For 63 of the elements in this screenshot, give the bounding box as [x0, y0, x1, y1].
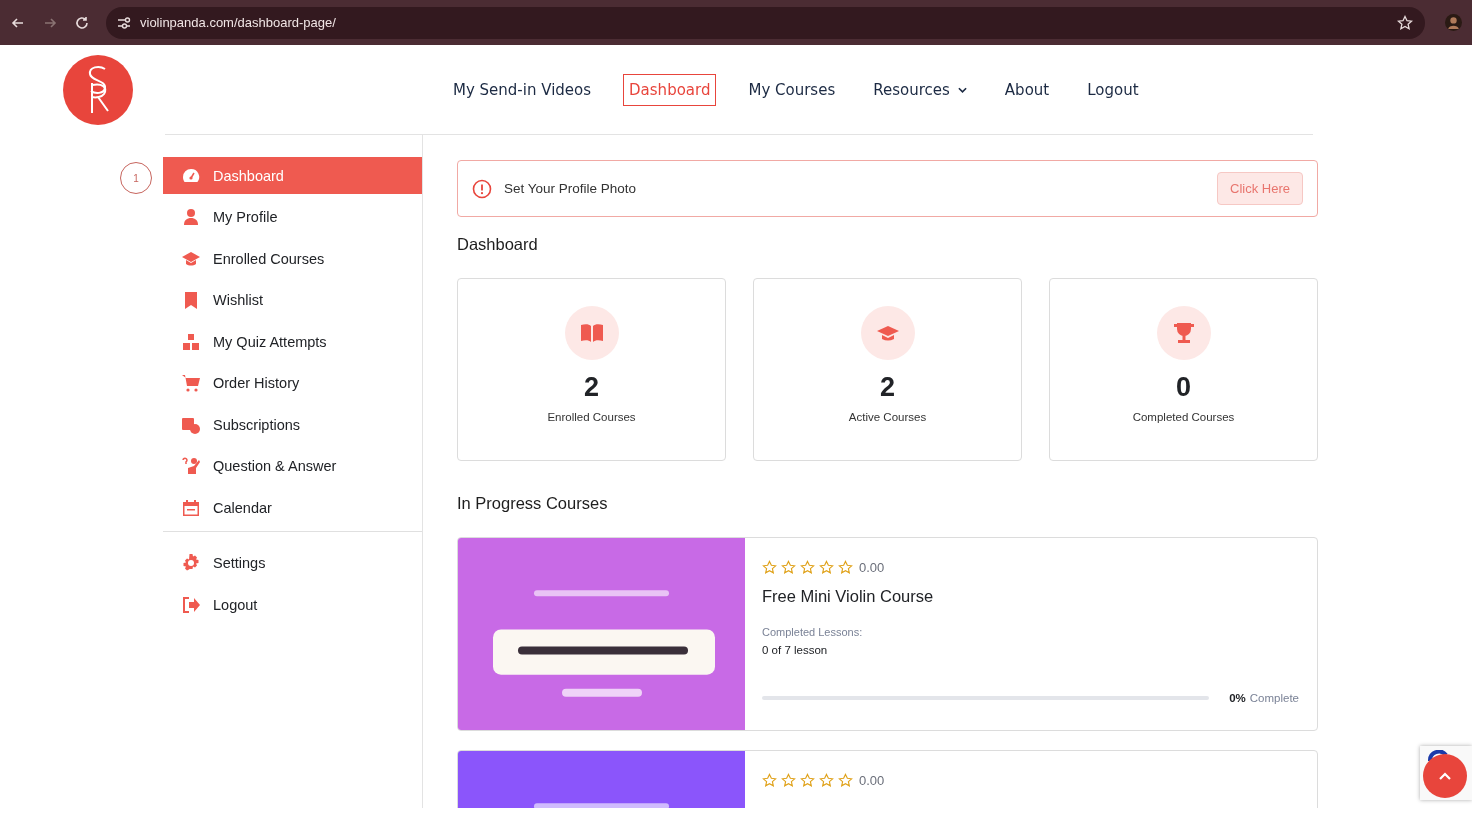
star-icon	[781, 773, 796, 788]
star-icon	[838, 773, 853, 788]
sidebar-item[interactable]: Enrolled Courses	[163, 240, 422, 277]
user-icon	[181, 207, 201, 227]
star-icon	[781, 560, 796, 575]
sidebar-item[interactable]: My Profile	[163, 198, 422, 236]
book-icon	[564, 306, 619, 360]
nav-link[interactable]: My Courses	[742, 73, 842, 106]
caret-up-icon	[1438, 771, 1452, 781]
nav-link[interactable]: About	[998, 73, 1056, 106]
stat-label: Active Courses	[848, 411, 927, 423]
course-card[interactable]: 0.00 Free Mini Violin Course Completed Lessons: 0 of 7 lesson 0% Complete	[457, 537, 1318, 731]
sidebar-item[interactable]: Calendar	[163, 489, 422, 526]
logout-icon	[181, 594, 201, 615]
cart-icon	[181, 373, 201, 393]
stat-value: 0	[1176, 372, 1191, 403]
sidebar-item[interactable]: Subscriptions	[163, 406, 422, 443]
address-bar[interactable]: violinpanda.com/dashboard-page/	[106, 6, 1425, 39]
stat-label: Enrolled Courses	[547, 411, 636, 423]
profile-avatar[interactable]	[1445, 14, 1462, 31]
sidebar-item[interactable]: Wishlist	[163, 281, 422, 319]
progress-label: Complete	[1249, 692, 1299, 704]
sidebar-item[interactable]: Settings	[163, 544, 422, 582]
site-settings-icon[interactable]	[116, 14, 132, 31]
lessons-label: Completed Lessons:	[762, 626, 864, 638]
progress-percent: 0%	[1229, 692, 1246, 704]
sidebar-item[interactable]: My Quiz Attempts	[163, 323, 422, 360]
star-icon	[800, 560, 815, 575]
sidebar-item[interactable]: Order History	[163, 364, 422, 402]
section-title: Dashboard	[457, 235, 539, 254]
reload-icon[interactable]	[74, 14, 90, 31]
alert-icon	[472, 178, 492, 199]
blocks-icon	[181, 331, 201, 352]
sidebar-item[interactable]: Question & Answer	[163, 447, 422, 485]
bookmark-star-icon[interactable]	[1397, 14, 1413, 31]
star-icon	[838, 560, 853, 575]
star-icon	[762, 560, 777, 575]
question-icon	[181, 456, 201, 476]
nav-link[interactable]: Resources	[867, 73, 973, 106]
stat-label: Completed Courses	[1132, 411, 1235, 423]
star-icon	[800, 773, 815, 788]
star-icon	[762, 773, 777, 788]
logo-icon[interactable]	[63, 54, 133, 125]
stat-value: 2	[584, 372, 599, 403]
section-title: In Progress Courses	[457, 494, 609, 513]
star-icon	[819, 560, 834, 575]
settings-icon	[181, 553, 201, 573]
nav-link[interactable]: Logout	[1081, 73, 1145, 106]
course-title[interactable]: Free Mini Violin Course	[762, 587, 1299, 606]
notice-text: Set Your Profile Photo	[504, 181, 638, 196]
stat-value: 2	[880, 372, 895, 403]
rating-value: 0.00	[859, 560, 885, 575]
nav-link[interactable]: Dashboard	[623, 73, 717, 106]
lessons-count: 0 of 7 lesson	[762, 644, 829, 656]
recaptcha-icon	[1428, 750, 1448, 763]
trophy-icon	[1156, 306, 1211, 360]
star-icon	[819, 773, 834, 788]
course-card[interactable]: 0.00	[457, 750, 1318, 808]
cap-icon	[860, 306, 915, 360]
rating-value: 0.00	[859, 773, 885, 788]
sidebar-item[interactable]: Logout	[163, 586, 422, 623]
calendar-icon	[181, 497, 201, 518]
nav-link[interactable]: My Send-in Videos	[447, 73, 598, 106]
